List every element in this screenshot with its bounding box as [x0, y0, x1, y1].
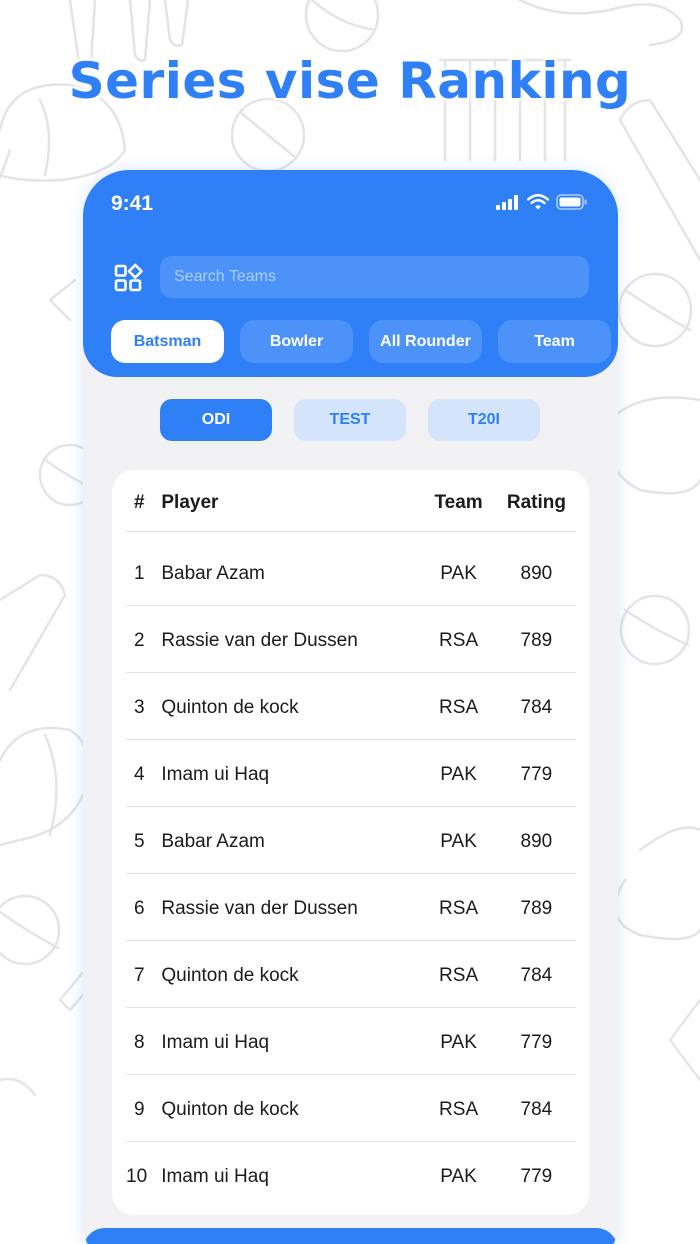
divider	[126, 531, 576, 532]
table-row[interactable]: 5 Babar Azam PAK 890	[126, 829, 576, 855]
row-player: Quinton de kock	[161, 1099, 299, 1120]
divider	[126, 1141, 576, 1142]
table-row[interactable]: 6 Rassie van der Dussen RSA 789	[126, 896, 576, 922]
row-rating: 779	[520, 1032, 553, 1053]
row-player: Babar Azam	[161, 831, 265, 852]
page-headline: Series vise Ranking	[68, 52, 632, 110]
row-rating: 890	[520, 563, 553, 584]
battery-icon	[556, 194, 587, 210]
row-player: Imam ui Haq	[161, 764, 270, 785]
row-rank: 2	[134, 630, 145, 651]
signal-icon	[496, 194, 518, 210]
table-row[interactable]: 9 Quinton de kock RSA 784	[126, 1097, 576, 1123]
divider	[126, 672, 576, 673]
row-player: Babar Azam	[161, 563, 265, 584]
row-rating: 890	[520, 831, 553, 852]
row-rating: 784	[520, 697, 553, 718]
header-num: #	[134, 492, 145, 513]
row-team: RSA	[439, 965, 479, 986]
row-team: RSA	[439, 898, 479, 919]
table-header: # Player Team Rating	[126, 490, 576, 516]
row-rating: 789	[520, 630, 553, 651]
tab-bowler[interactable]: Bowler	[240, 320, 353, 363]
row-player: Rassie van der Dussen	[161, 630, 358, 651]
tab-batsman[interactable]: Batsman	[111, 320, 224, 363]
row-player: Quinton de kock	[161, 965, 299, 986]
header-player: Player	[161, 492, 219, 513]
status-icons	[496, 194, 588, 210]
wifi-icon	[527, 194, 549, 210]
table-row[interactable]: 8 Imam ui Haq PAK 779	[126, 1030, 576, 1056]
format-tabs: ODI TEST T20I	[160, 399, 540, 441]
tab-t20i[interactable]: T20I	[428, 399, 540, 441]
row-rank: 1	[134, 563, 145, 584]
row-player: Rassie van der Dussen	[161, 898, 358, 919]
row-rank: 9	[134, 1099, 145, 1120]
divider	[126, 605, 576, 606]
table-row[interactable]: 3 Quinton de kock RSA 784	[126, 695, 576, 721]
row-rank: 10	[126, 1166, 148, 1187]
search-input[interactable]	[160, 256, 589, 298]
row-rank: 4	[134, 764, 145, 785]
divider	[126, 739, 576, 740]
tab-all-rounder[interactable]: All Rounder	[369, 320, 482, 363]
row-rating: 784	[520, 1099, 553, 1120]
row-team: PAK	[440, 1166, 477, 1187]
tab-team[interactable]: Team	[498, 320, 611, 363]
divider	[126, 940, 576, 941]
header-team: Team	[434, 492, 483, 513]
row-team: RSA	[439, 630, 479, 651]
divider	[126, 1007, 576, 1008]
app-header: 9:41 Search Teams Batsman Bowler All Rou…	[83, 170, 618, 377]
divider	[126, 1074, 576, 1075]
row-team: PAK	[440, 831, 477, 852]
phone-frame: 9:41 Search Teams Batsman Bowler All Rou…	[83, 170, 618, 1244]
row-player: Imam ui Haq	[161, 1166, 269, 1187]
tab-test[interactable]: TEST	[294, 399, 406, 441]
tab-odi[interactable]: ODI	[160, 399, 272, 441]
row-rating: 784	[520, 965, 553, 986]
category-tabs: Batsman Bowler All Rounder Team	[111, 320, 611, 363]
bottom-nav-bar[interactable]	[83, 1228, 618, 1244]
row-team: RSA	[439, 1099, 479, 1120]
row-team: PAK	[440, 1032, 477, 1053]
ranking-table: # Player Team Rating 1 Babar Azam PAK 89…	[112, 470, 589, 1215]
status-time: 9:41	[111, 192, 154, 215]
row-rank: 7	[134, 965, 145, 986]
table-row[interactable]: 7 Quinton de kock RSA 784	[126, 963, 576, 989]
row-player: Quinton de kock	[161, 697, 299, 718]
row-rating: 779	[520, 1166, 553, 1187]
row-team: PAK	[440, 563, 477, 584]
row-team: RSA	[439, 697, 479, 718]
row-player: Imam ui Haq	[161, 1032, 270, 1053]
table-row[interactable]: 10 Imam ui Haq PAK 779	[126, 1164, 576, 1190]
menu-grid-icon[interactable]	[113, 263, 143, 293]
table-row[interactable]: 4 Imam ui Haq PAK 779	[126, 762, 576, 788]
row-rank: 8	[134, 1032, 145, 1053]
row-rating: 789	[520, 898, 553, 919]
header-rating: Rating	[506, 492, 566, 513]
divider	[126, 873, 576, 874]
table-row[interactable]: 1 Babar Azam PAK 890	[126, 561, 576, 587]
row-team: PAK	[440, 764, 477, 785]
divider	[126, 806, 576, 807]
table-row[interactable]: 2 Rassie van der Dussen RSA 789	[126, 628, 576, 654]
row-rank: 5	[134, 831, 145, 852]
row-rank: 3	[134, 697, 145, 718]
row-rank: 6	[134, 898, 145, 919]
row-rating: 779	[520, 764, 553, 785]
